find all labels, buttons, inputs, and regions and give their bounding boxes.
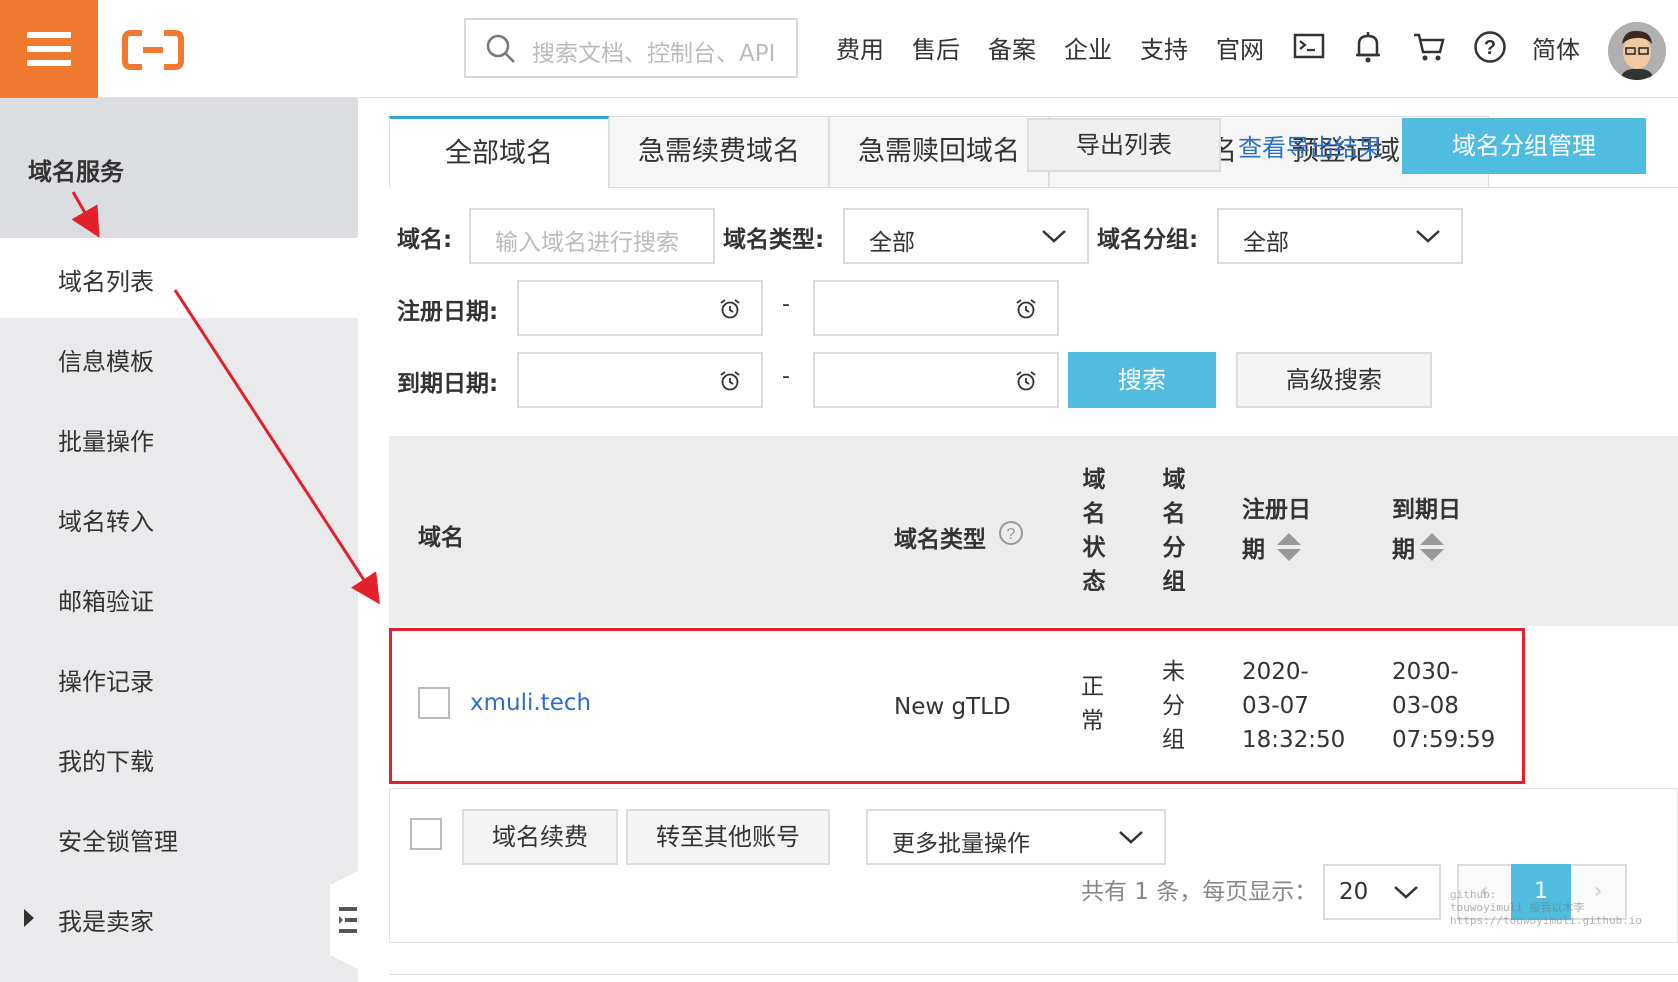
annotation-arrows — [71, 191, 380, 605]
